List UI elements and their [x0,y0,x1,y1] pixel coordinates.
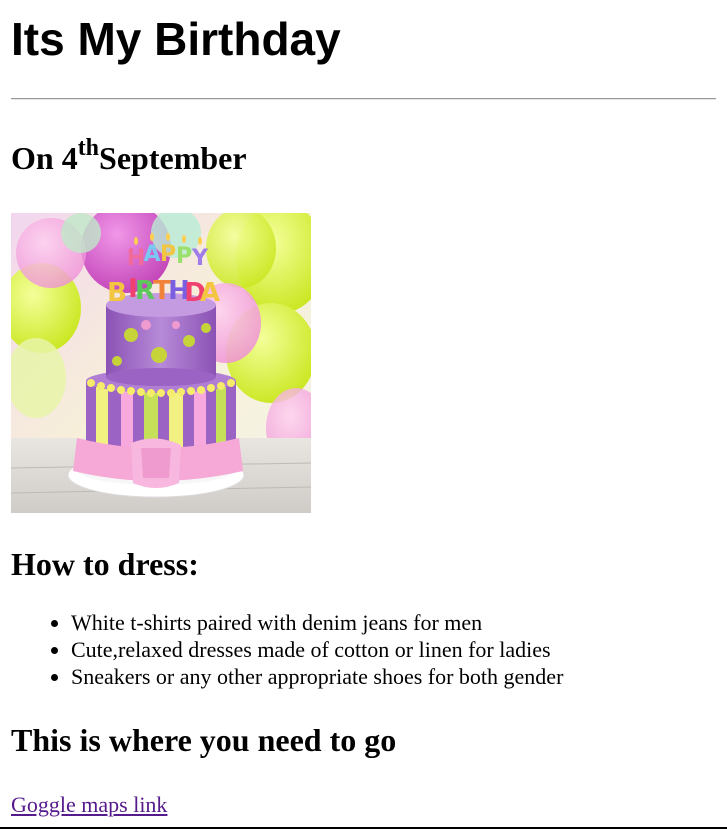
svg-text:B: B [107,278,127,308]
svg-text:P: P [176,244,192,269]
svg-text:H: H [127,246,145,271]
location-heading: This is where you need to go [11,722,397,758]
page-title: Its My Birthday [11,13,341,65]
birthday-cake-image: H A P P Y B I R T H D A [11,213,311,513]
svg-text:Y: Y [191,246,209,271]
list-item: White t-shirts paired with denim jeans f… [71,609,716,636]
date-month: September [99,140,247,176]
page: Its My Birthday On 4thSeptember H A P P … [0,0,727,829]
dress-heading: How to dress: [11,546,199,582]
dress-list: White t-shirts paired with denim jeans f… [11,609,716,690]
svg-text:P: P [160,242,176,267]
google-maps-link[interactable]: Goggle maps link [11,792,167,818]
divider [11,98,716,100]
list-item: Sneakers or any other appropriate shoes … [71,663,716,690]
date-ordinal-suffix: th [77,135,100,161]
date-prefix: On 4 [11,140,78,176]
svg-text:A: A [143,242,160,267]
list-item: Cute,relaxed dresses made of cotton or l… [71,636,716,663]
date-heading: On 4thSeptember [11,135,716,178]
svg-text:R: R [135,276,155,306]
svg-text:A: A [200,278,220,308]
